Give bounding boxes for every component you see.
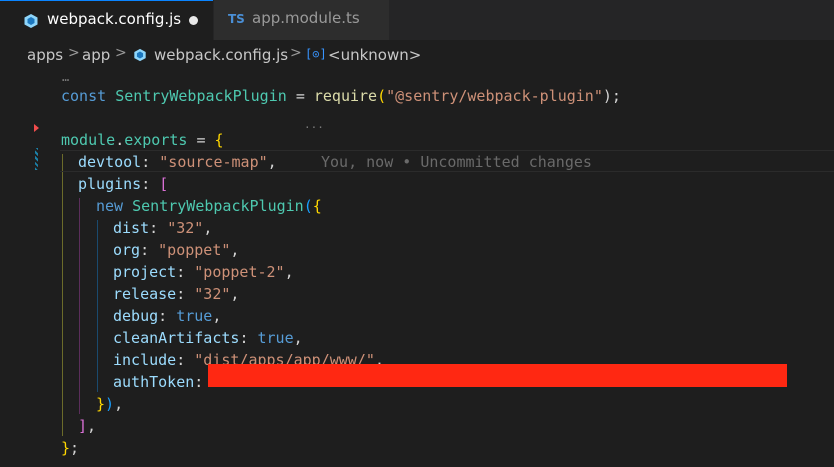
code-line: }; xyxy=(0,437,834,459)
punctuation: , xyxy=(203,219,213,237)
code-line: plugins: [ xyxy=(0,173,834,195)
folded-region-marker[interactable]: … xyxy=(62,71,69,83)
string: "source-map" xyxy=(159,153,268,171)
punctuation: : xyxy=(158,307,168,325)
object-key: release xyxy=(113,285,177,303)
string: "poppet-2" xyxy=(194,263,285,281)
function-name: require xyxy=(313,87,378,105)
string: "@sentry/webpack-plugin" xyxy=(386,87,603,105)
object-key: include xyxy=(113,351,177,369)
operator: = xyxy=(295,87,305,105)
punctuation: , xyxy=(267,153,277,171)
tab-webpack-config[interactable]: webpack.config.js xyxy=(0,0,213,40)
operator: = xyxy=(196,131,206,149)
string: "32" xyxy=(167,219,204,237)
paren: ) xyxy=(105,395,115,413)
typescript-icon: TS xyxy=(228,12,245,26)
code-line: dist: "32", xyxy=(0,217,834,239)
chevron-right-icon: > xyxy=(290,45,302,61)
punctuation: ); xyxy=(602,87,621,105)
code-line: project: "poppet-2", xyxy=(0,261,834,283)
tab-label: webpack.config.js xyxy=(47,10,182,28)
tab-label: app.module.ts xyxy=(252,9,360,27)
paren: ( xyxy=(377,87,387,105)
identifier: SentryWebpackPlugin xyxy=(115,87,287,105)
punctuation: , xyxy=(284,263,294,281)
property: exports xyxy=(124,131,188,149)
breadcrumb-item-app[interactable]: app xyxy=(82,46,110,64)
object-key: debug xyxy=(113,307,159,325)
string: "poppet" xyxy=(158,241,231,259)
code-line: org: "poppet", xyxy=(0,239,834,261)
code-line: ], xyxy=(0,415,834,437)
boolean-literal: true xyxy=(176,307,213,325)
code-line: new SentryWebpackPlugin({ xyxy=(0,195,834,217)
symbol-variable-icon: [⊙] xyxy=(305,47,327,61)
tab-bar: webpack.config.js TS app.module.ts xyxy=(0,0,834,40)
punctuation: . xyxy=(115,131,125,149)
keyword: new xyxy=(96,197,124,215)
punctuation: : xyxy=(239,329,249,347)
chevron-right-icon: > xyxy=(115,45,127,61)
redaction-block xyxy=(208,364,787,387)
code-line: cleanArtifacts: true, xyxy=(0,327,834,349)
punctuation: : xyxy=(149,219,159,237)
punctuation: : xyxy=(141,175,151,193)
tab-app-module[interactable]: TS app.module.ts xyxy=(213,0,389,40)
object-key: plugins xyxy=(78,175,142,193)
punctuation: : xyxy=(176,263,186,281)
brace: { xyxy=(214,131,224,149)
punctuation: : xyxy=(176,285,186,303)
breadcrumb-item-apps[interactable]: apps xyxy=(27,46,63,64)
code-line: release: "32", xyxy=(0,283,834,305)
code-editor[interactable]: … const SentryWebpackPlugin = require("@… xyxy=(0,70,834,467)
punctuation: , xyxy=(230,285,240,303)
identifier: module xyxy=(61,131,116,149)
bracket: ] xyxy=(78,417,88,435)
webpack-icon xyxy=(24,14,38,28)
breadcrumb: apps > app > webpack.config.js > [⊙] <un… xyxy=(0,40,834,70)
breadcrumb-item-symbol[interactable]: <unknown> xyxy=(328,46,421,64)
code-line: debug: true, xyxy=(0,305,834,327)
code-line: const SentryWebpackPlugin = require("@se… xyxy=(0,85,834,133)
punctuation: , xyxy=(293,329,303,347)
object-key: cleanArtifacts xyxy=(113,329,240,347)
identifier: SentryWebpackPlugin xyxy=(132,197,304,215)
punctuation: : xyxy=(194,373,204,391)
webpack-icon xyxy=(134,48,146,62)
code-line: }), xyxy=(0,393,834,415)
brace: } xyxy=(61,439,71,457)
object-key: devtool xyxy=(78,153,142,171)
object-key: project xyxy=(113,263,177,281)
bracket: [ xyxy=(159,175,169,193)
punctuation: , xyxy=(87,417,97,435)
object-key: authToken xyxy=(113,373,195,391)
boolean-literal: true xyxy=(257,329,294,347)
object-key: org xyxy=(113,241,141,259)
brace: } xyxy=(96,395,106,413)
punctuation: , xyxy=(212,307,222,325)
code-line: devtool: "source-map", You, now • Uncomm… xyxy=(0,151,834,173)
paren: ( xyxy=(303,197,313,215)
breadcrumb-item-file[interactable]: webpack.config.js xyxy=(154,46,288,64)
object-key: dist xyxy=(113,219,150,237)
keyword: const xyxy=(61,87,107,105)
punctuation: , xyxy=(230,241,240,259)
chevron-right-icon: > xyxy=(68,45,80,61)
code-line: module.exports = { xyxy=(0,129,834,151)
punctuation: , xyxy=(114,395,124,413)
brace: { xyxy=(312,197,322,215)
punctuation: ; xyxy=(70,439,80,457)
punctuation: : xyxy=(140,241,150,259)
punctuation: : xyxy=(176,351,186,369)
string: "32" xyxy=(194,285,231,303)
git-blame-annotation: You, now • Uncommitted changes xyxy=(321,153,592,171)
punctuation: : xyxy=(141,153,151,171)
unsaved-dot-icon[interactable] xyxy=(189,16,198,25)
